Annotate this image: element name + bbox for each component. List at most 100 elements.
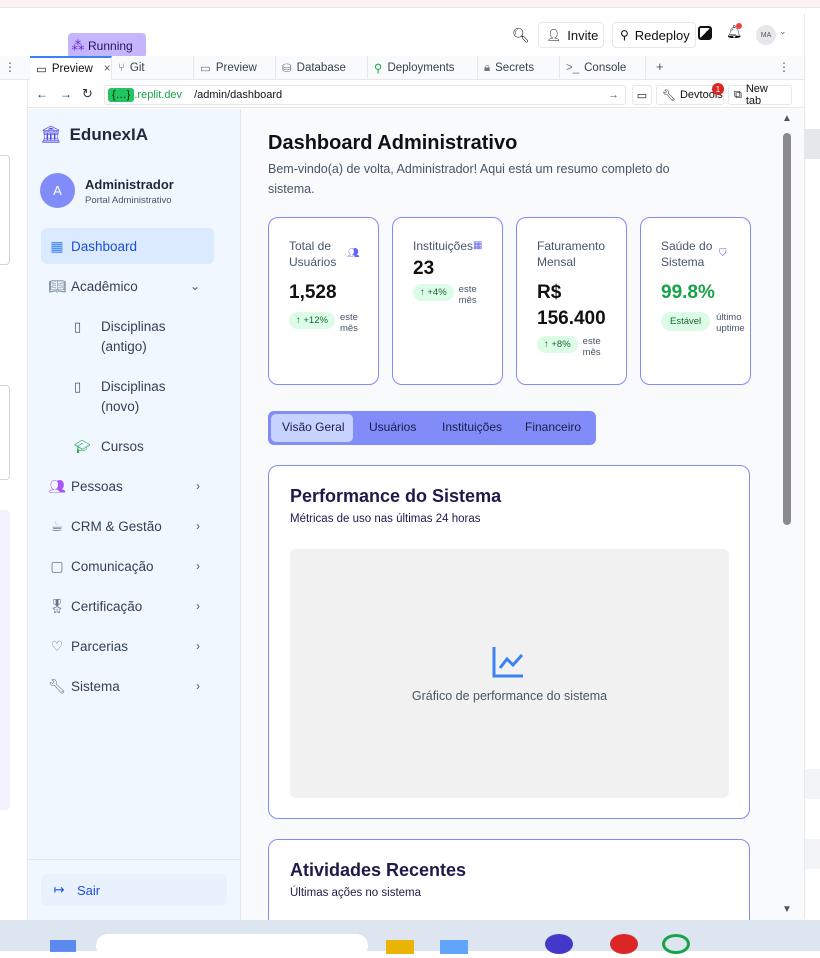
taskbar-search[interactable]: [96, 934, 368, 958]
subitem-label: Disciplinas (antigo): [101, 319, 166, 354]
sidebar-item-pessoas[interactable]: 👥︎ Pessoas ›: [41, 468, 214, 504]
wrench-icon: 🔧︎: [48, 677, 66, 694]
new-tab-plus-icon[interactable]: +: [656, 59, 664, 74]
stat-label: Total de Usuários: [289, 239, 337, 269]
window-top-strip: [0, 0, 820, 8]
refresh-icon[interactable]: ↻: [82, 86, 93, 102]
shield-icon: ⛉: [719, 248, 727, 259]
app-icon[interactable]: [440, 940, 468, 954]
tab-console[interactable]: >_ Console: [560, 56, 646, 80]
user-initial: A: [53, 183, 62, 198]
pane-tab-bar: ⋮ ▭ Preview × ⑂ Git ▭ Preview ⛁ Database…: [0, 56, 805, 80]
heart-icon: ♡: [50, 637, 64, 654]
close-icon[interactable]: ×: [104, 63, 111, 75]
chevron-right-icon: ›: [196, 679, 200, 693]
forward-icon[interactable]: →: [60, 87, 72, 101]
tab-label: Database: [296, 62, 346, 74]
preview-url-bar: ← → ↻ {…} .replit.dev /admin/dashboard →…: [0, 82, 805, 108]
scroll-up-arrow[interactable]: ▲: [782, 113, 792, 125]
stat-card-faturamento: Faturamento Mensal R$ 156.400 ↑ +8% este mê…: [516, 217, 627, 385]
sidebar-item-certificacao[interactable]: 🎖︎ Certificação ›: [41, 588, 214, 624]
fragment-panel: [0, 155, 10, 265]
tab-usuarios[interactable]: Usuários: [369, 420, 416, 434]
folder-icon[interactable]: [386, 940, 414, 954]
building-icon: ▦: [473, 240, 483, 251]
go-arrow-icon[interactable]: →: [608, 89, 619, 101]
new-tab-button[interactable]: ⧉ New tab: [728, 83, 792, 107]
avatar[interactable]: MA: [756, 25, 776, 45]
url-field[interactable]: {…} .replit.dev /admin/dashboard →: [104, 85, 626, 105]
add-user-icon: 👤︎: [546, 28, 562, 42]
tab-secrets[interactable]: 🔒︎ Secrets: [478, 56, 560, 80]
tab-git[interactable]: ⑂ Git: [112, 56, 194, 80]
logout-button[interactable]: ↦ Sair: [41, 874, 227, 906]
sidebar-item-dashboard[interactable]: ▦ Dashboard: [41, 228, 214, 264]
sidebar-item-crm[interactable]: ☕︎ CRM & Gestão ›: [41, 508, 214, 544]
tab-preview[interactable]: ▭ Preview ×: [30, 56, 112, 80]
nav-label: Dashboard: [71, 238, 138, 254]
panel-subtitle: Últimas ações no sistema: [290, 887, 422, 899]
app-icon[interactable]: [610, 934, 638, 954]
layout-toggle-icon[interactable]: [698, 26, 712, 40]
sidebar-item-parcerias[interactable]: ♡ Parcerias ›: [41, 628, 214, 664]
scroll-down-arrow[interactable]: ▼: [782, 904, 792, 916]
external-link-icon: ⧉: [734, 88, 742, 101]
tab-preview-2[interactable]: ▭ Preview: [194, 56, 276, 80]
chevron-right-icon: ›: [196, 519, 200, 533]
new-tab-label: New tab: [745, 83, 768, 107]
more-vertical-icon[interactable]: ⋮: [4, 60, 16, 74]
sidebar-item-sistema[interactable]: 🔧︎ Sistema ›: [41, 668, 214, 704]
performance-panel: Performance do Sistema Métricas de uso n…: [268, 465, 750, 819]
chart-placeholder: Gráfico de performance do sistema: [290, 549, 729, 798]
tab-financeiro[interactable]: Financeiro: [525, 420, 581, 434]
scrollbar-thumb[interactable]: [783, 133, 791, 525]
nav-label: Certificação: [71, 598, 143, 614]
nav-label: Comunicação: [71, 558, 154, 574]
tab-label: Preview: [51, 63, 93, 75]
running-badge[interactable]: ⁂ Running: [68, 33, 146, 58]
tab-label: Secrets: [495, 62, 535, 74]
nav-label: Pessoas: [71, 478, 123, 494]
screen-button[interactable]: ▭: [632, 85, 652, 105]
sidebar-item-comunicacao[interactable]: ▢ Comunicação ›: [41, 548, 214, 584]
graduation-cap-icon: 🎓︎: [74, 439, 91, 454]
tab-visao-geral[interactable]: Visão Geral: [282, 420, 344, 434]
back-icon[interactable]: ←: [36, 87, 48, 101]
redeploy-button[interactable]: ⚲ Redeploy: [612, 22, 696, 48]
sidebar-subitem-disciplinas-antigo[interactable]: ▯ Disciplinas (antigo): [74, 317, 214, 357]
brand[interactable]: 🏛︎ EdunexIA: [40, 125, 148, 145]
chevron-down-icon: ⌄: [189, 279, 200, 293]
search-icon[interactable]: 🔍︎: [512, 27, 530, 44]
app-icon[interactable]: [545, 934, 573, 954]
invite-button[interactable]: 👤︎ Invite: [538, 22, 604, 48]
sidebar-subitem-cursos[interactable]: 🎓︎ Cursos: [74, 437, 214, 457]
main-content: Dashboard Administrativo Bem-vindo(a) de…: [241, 109, 804, 920]
sidebar-subitem-disciplinas-novo[interactable]: ▯ Disciplinas (novo): [74, 377, 214, 417]
fragment-block: [805, 129, 820, 159]
app-icon[interactable]: [662, 934, 690, 954]
subitem-label: Cursos: [101, 439, 144, 454]
windows-start-icon[interactable]: [50, 940, 76, 952]
fragment-panel: [0, 385, 10, 480]
tab-deployments[interactable]: ⚲ Deployments: [368, 56, 478, 80]
deploy-icon: ⚲: [620, 28, 629, 42]
run-status-icon: ⁂: [71, 37, 85, 53]
avatar-initials: MA: [760, 31, 772, 39]
status-badge: Estável: [661, 312, 711, 331]
award-icon: 🎖︎: [48, 597, 66, 614]
chevron-down-icon[interactable]: ⌄: [779, 26, 787, 37]
stat-label: Faturamento Mensal: [537, 239, 606, 269]
building-icon: 🏛︎: [40, 125, 62, 144]
devtools-error-badge: 1: [712, 83, 724, 95]
growth-badge: ↑ +4%: [413, 284, 454, 301]
sidebar-item-academico[interactable]: 📖︎ Acadêmico ⌄: [41, 268, 214, 304]
tab-database[interactable]: ⛁ Database: [276, 56, 368, 80]
tab-instituicoes[interactable]: Instituições: [442, 420, 502, 434]
more-vertical-icon[interactable]: ⋮: [778, 60, 790, 74]
fragment-block: [805, 839, 820, 869]
activities-panel: Atividades Recentes Últimas ações no sis…: [268, 839, 750, 920]
chevron-right-icon: ›: [196, 479, 200, 493]
stat-value: 23: [413, 258, 435, 279]
stat-card-instituicoes: Instituições ▦ 23 ↑ +4% este mês: [392, 217, 503, 385]
stat-card-saude: Saúde do Sistema ⛉ 99.8% Estável último up…: [640, 217, 751, 385]
